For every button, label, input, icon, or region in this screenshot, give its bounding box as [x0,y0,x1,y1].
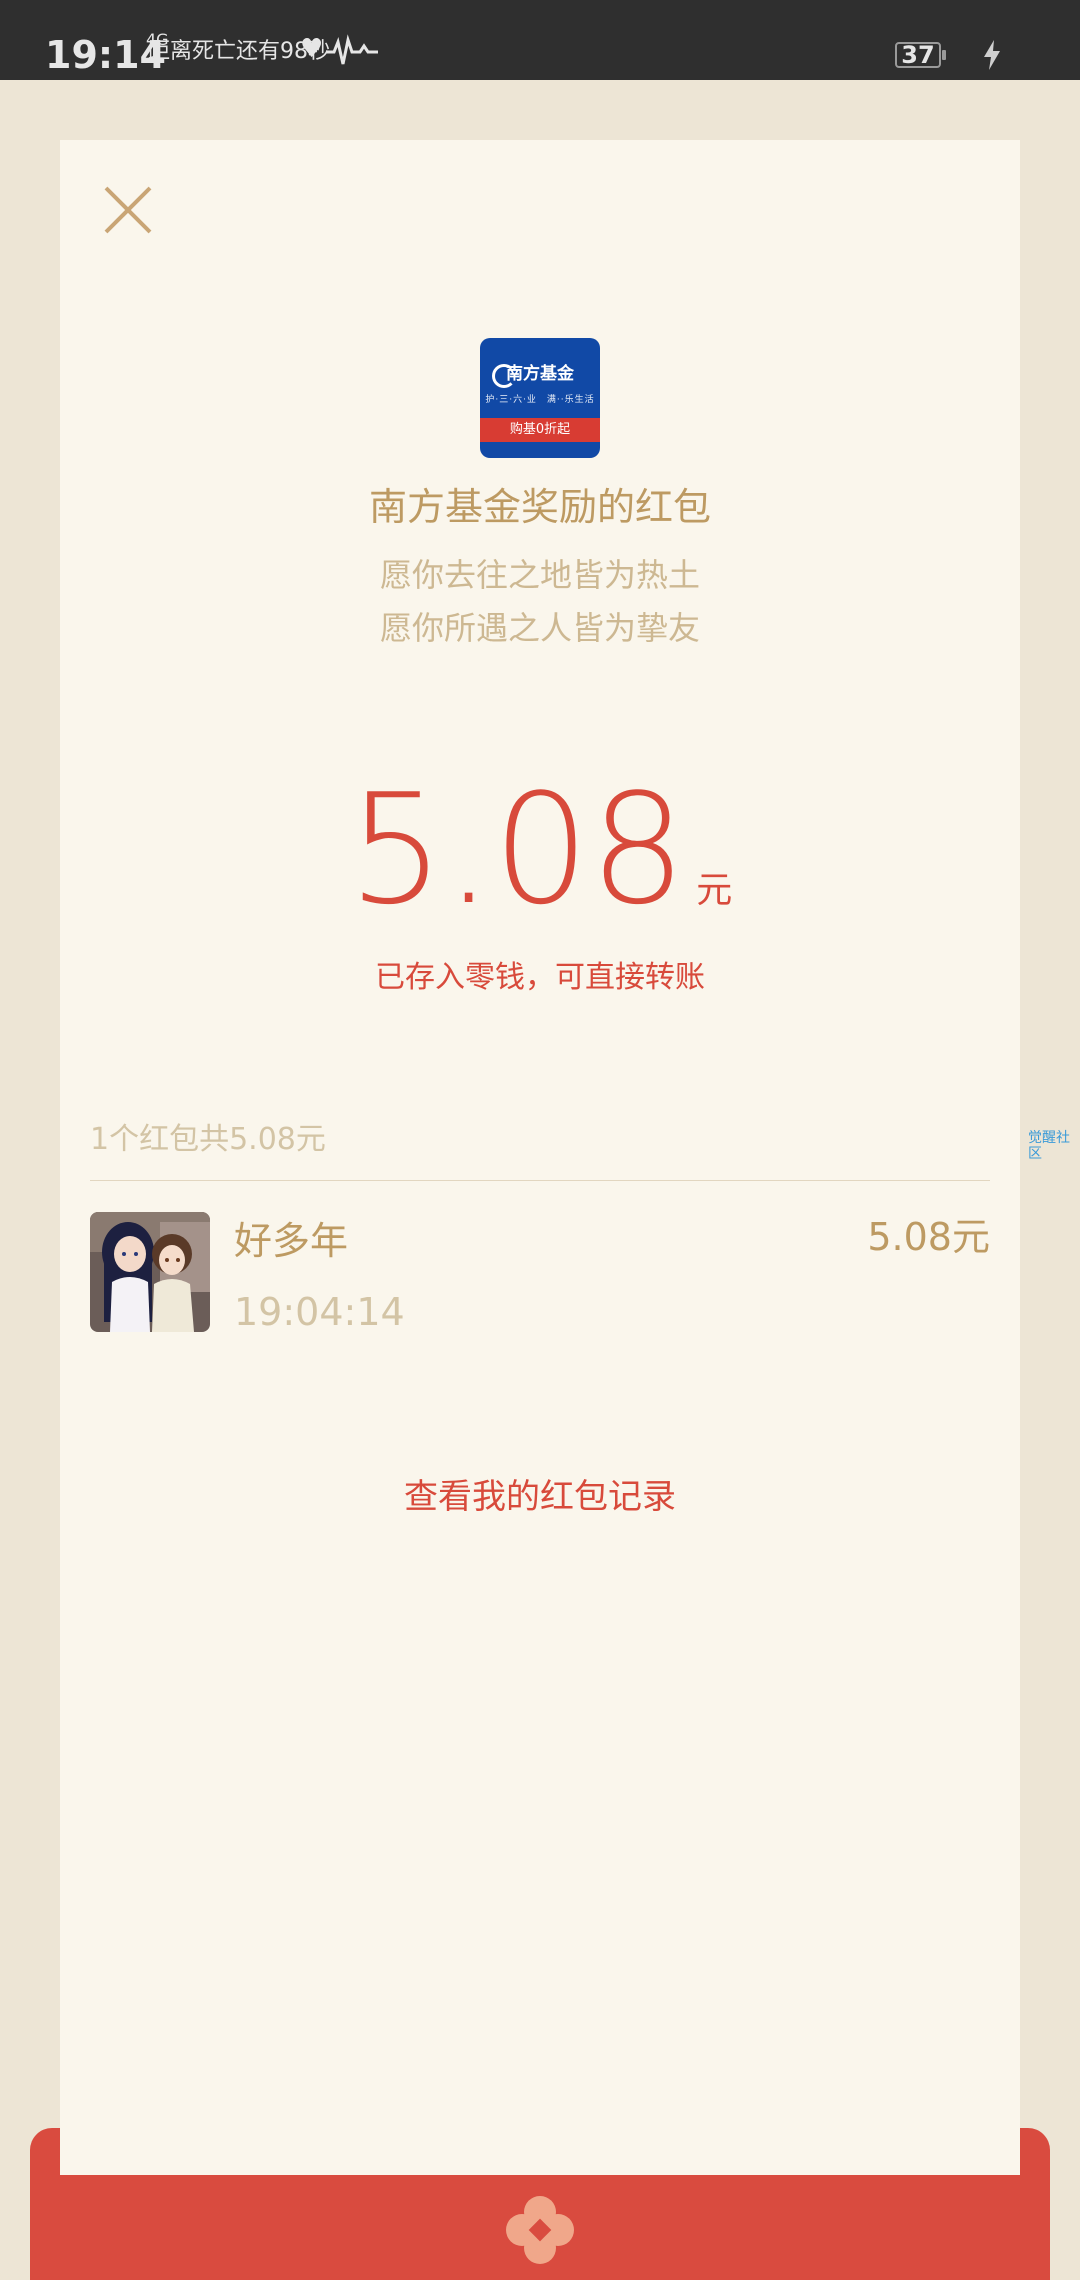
received-amount: 5.08 元 [60,760,1020,940]
recipient-row[interactable]: 好多年 19:04:14 5.08元 [90,1212,990,1342]
avatar [90,1212,210,1332]
packet-summary: 1个红包共5.08元 [90,1122,326,1157]
logo-slogan: 护·三·六·业 满··乐生活 [485,395,595,405]
recipient-amount: 5.08元 [867,1215,990,1259]
flower-clasp-icon[interactable] [506,2196,574,2264]
card-zigzag-edge [60,2160,1020,2170]
logo-brand: 南方基金 [506,364,574,384]
heart-icon: ♥ [300,34,324,64]
battery-level: 37 [901,41,935,69]
divider [90,1180,990,1181]
view-records-link[interactable]: 查看我的红包记录 [60,1473,1020,1521]
status-bar: 19:14 4G 距离死亡还有98秒 ♥ 37 [0,0,1080,80]
wish-line-2: 愿你所遇之人皆为挚友 [379,609,700,647]
amount-value: 5.08 [347,761,687,938]
saved-to-wallet-note: 已存入零钱，可直接转账 [375,960,705,995]
battery-icon: 37 [895,41,946,69]
amount-unit: 元 [696,870,733,911]
anime-avatar-icon [90,1212,210,1332]
receive-time: 19:04:14 [234,1290,405,1334]
sender-title: 南方基金奖励的红包 [368,485,711,529]
wish-line-1: 愿你去往之地皆为热土 [379,556,700,594]
watermark: 觉醒社区 [1028,1130,1070,1162]
charging-icon [984,40,1000,70]
heartbeat-icon [326,34,378,65]
sender-logo: 南方基金 护·三·六·业 满··乐生活 购基0折起 [480,338,600,458]
recipient-name: 好多年 [234,1219,349,1263]
logo-ribbon: 购基0折起 [480,418,600,442]
close-icon[interactable] [98,180,158,240]
red-packet-detail-card: 南方基金 护·三·六·业 满··乐生活 购基0折起 南方基金奖励的红包 愿你去往… [60,140,1020,2175]
